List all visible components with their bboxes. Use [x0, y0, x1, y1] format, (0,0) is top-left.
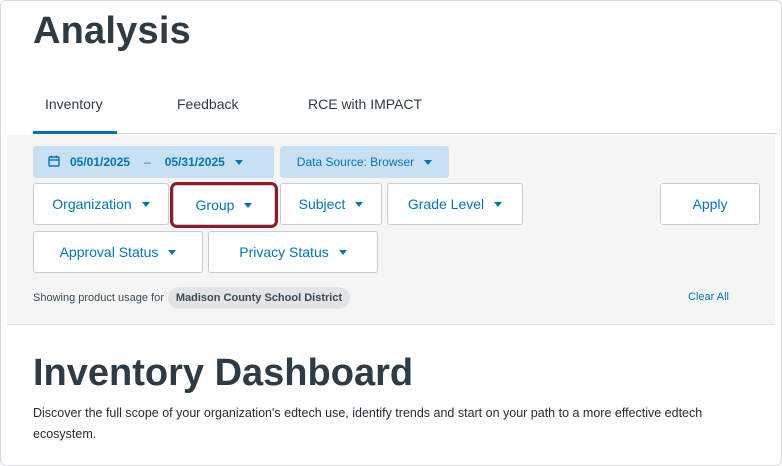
privacy-status-label: Privacy Status [239, 244, 329, 260]
date-range-picker[interactable]: 05/01/2025 – 05/31/2025 [33, 146, 274, 178]
district-badge: Madison County School District [167, 287, 351, 309]
caret-down-icon [338, 249, 347, 255]
data-source-label: Data Source: Browser [296, 155, 415, 169]
tab-rce-with-impact[interactable]: RCE with IMPACT [296, 86, 434, 134]
date-end: 05/31/2025 [164, 155, 225, 169]
privacy-status-dropdown[interactable]: Privacy Status [208, 231, 378, 273]
tab-bar: Inventory Feedback RCE with IMPACT [33, 86, 777, 134]
dashboard-title: Inventory Dashboard [33, 352, 414, 394]
showing-usage-text: Showing product usage for Madison County… [33, 287, 351, 309]
dashboard-description: Discover the full scope of your organiza… [33, 406, 703, 441]
grade-level-label: Grade Level [407, 196, 485, 212]
grade-level-dropdown[interactable]: Grade Level [387, 183, 523, 225]
showing-label: Showing product usage for [33, 292, 164, 304]
data-source-dropdown[interactable]: Data Source: Browser [280, 146, 449, 178]
caret-down-icon [424, 159, 433, 165]
tab-feedback[interactable]: Feedback [165, 86, 250, 134]
subject-label: Subject [298, 196, 346, 212]
calendar-icon [48, 155, 60, 170]
caret-down-icon [355, 201, 364, 207]
group-dropdown[interactable]: Group [173, 185, 275, 225]
page-title: Analysis [33, 10, 191, 52]
group-label: Group [195, 197, 235, 213]
caret-down-icon [244, 202, 253, 208]
caret-down-icon [494, 201, 503, 207]
subject-dropdown[interactable]: Subject [280, 183, 382, 225]
caret-down-icon [168, 249, 177, 255]
apply-button[interactable]: Apply [660, 183, 760, 225]
clear-all-link[interactable]: Clear All [688, 291, 729, 303]
approval-status-dropdown[interactable]: Approval Status [33, 231, 203, 273]
tab-inventory[interactable]: Inventory [33, 86, 117, 134]
caret-down-icon [141, 201, 150, 207]
date-start: 05/01/2025 [70, 155, 131, 169]
approval-status-label: Approval Status [59, 244, 159, 260]
caret-down-icon [234, 159, 243, 165]
organization-label: Organization [52, 196, 132, 212]
organization-dropdown[interactable]: Organization [33, 183, 169, 225]
date-separator: – [144, 155, 151, 169]
